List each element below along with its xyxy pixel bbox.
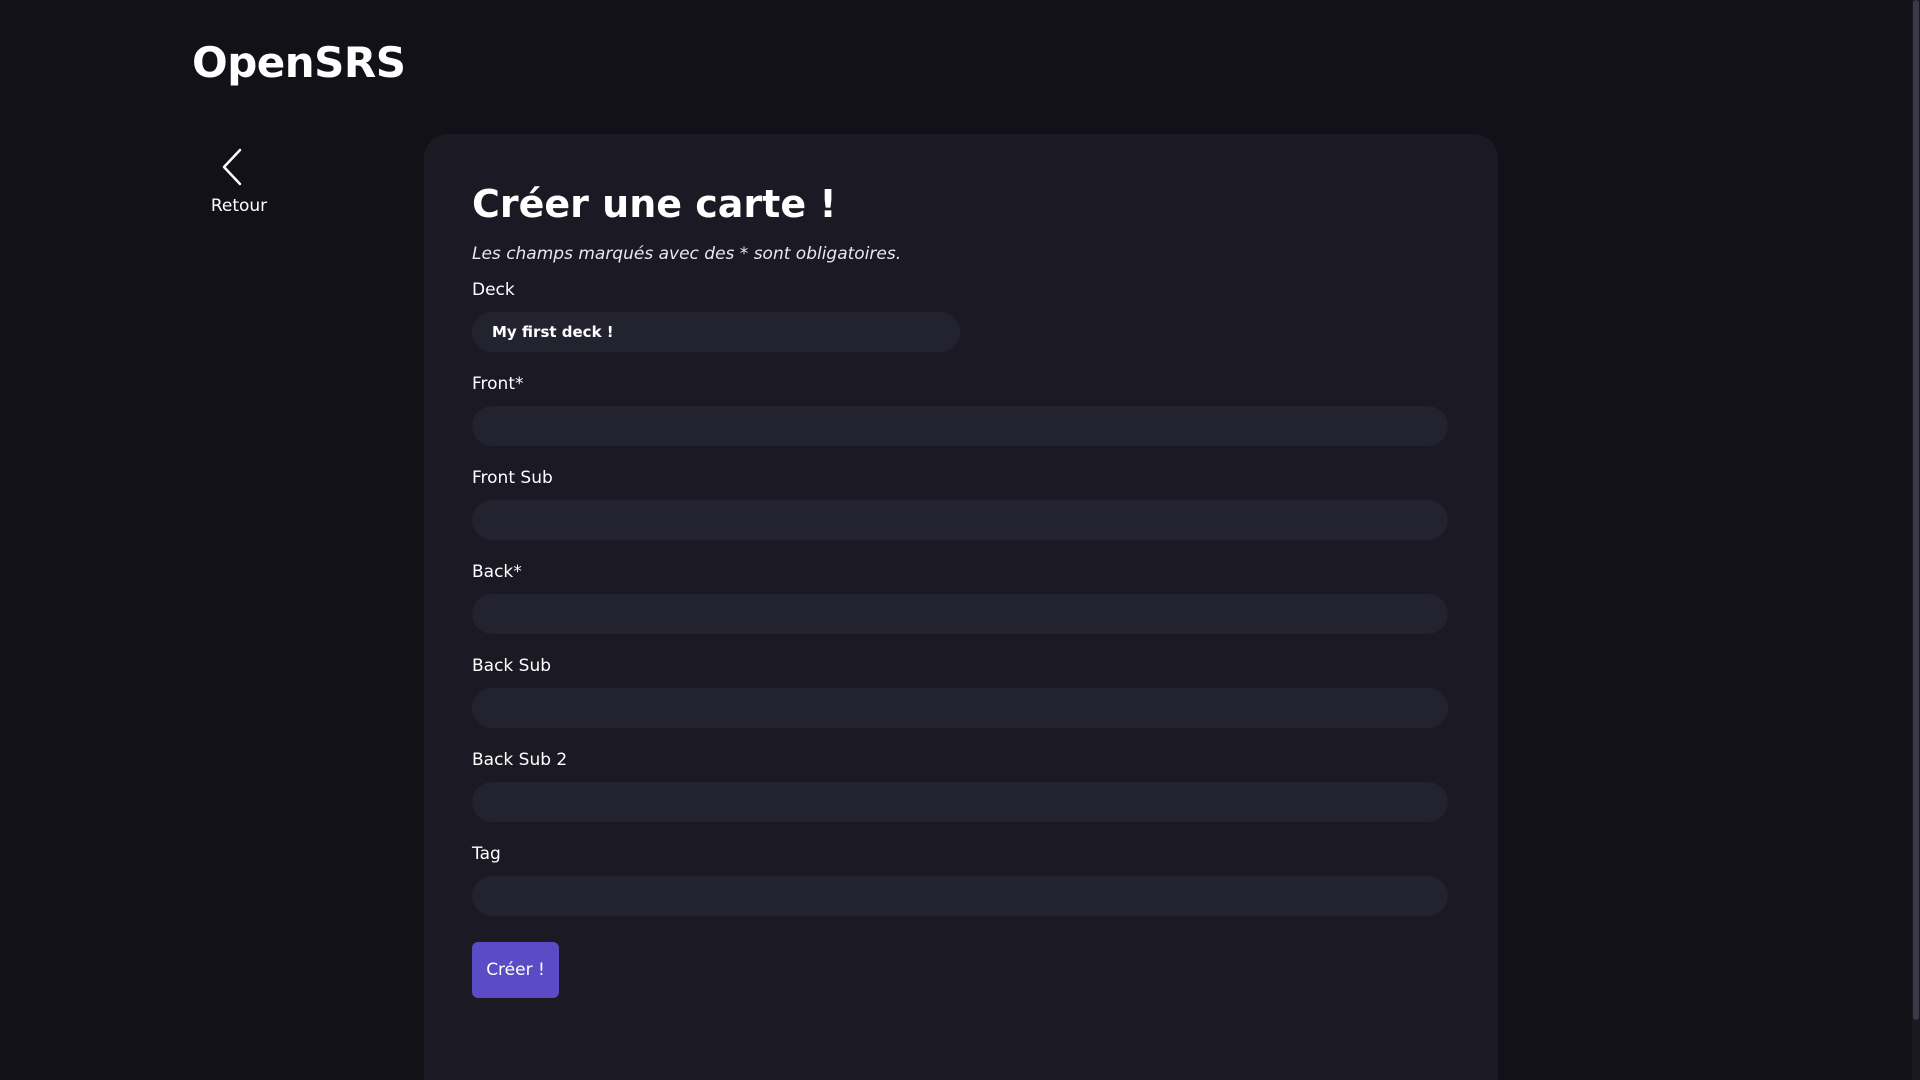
chevron-left-icon <box>222 148 242 186</box>
back-sub-input[interactable] <box>472 687 1448 728</box>
app-root: OpenSRS Retour Créer une carte ! Les cha… <box>0 0 1920 1080</box>
tag-input[interactable] <box>472 875 1448 916</box>
page-scrollbar[interactable] <box>1912 0 1920 1080</box>
back-sub-label: Back Sub <box>472 655 552 676</box>
create-card-form: Créer une carte ! Les champs marqués ave… <box>424 134 1498 1080</box>
tag-label: Tag <box>472 843 501 864</box>
required-fields-note: Les champs marqués avec des * sont oblig… <box>472 243 902 264</box>
deck-label: Deck <box>472 279 515 300</box>
front-input[interactable] <box>472 405 1448 446</box>
page-title: Créer une carte ! <box>472 182 837 226</box>
back-sub-2-label: Back Sub 2 <box>472 749 568 770</box>
back-button[interactable]: Retour <box>204 146 274 216</box>
create-button[interactable]: Créer ! <box>472 941 559 998</box>
front-label: Front* <box>472 373 524 394</box>
back-sub-field: Back Sub <box>472 656 1450 728</box>
brand-logo[interactable]: OpenSRS <box>192 38 406 87</box>
back-field: Back* <box>472 562 1450 634</box>
front-sub-input[interactable] <box>472 499 1448 540</box>
back-label: Retour <box>210 196 268 216</box>
front-field: Front* <box>472 374 1450 446</box>
back-label-field: Back* <box>472 561 522 582</box>
deck-select[interactable]: My first deck ! <box>472 311 960 352</box>
tag-field: Tag <box>472 844 1450 916</box>
back-sub-2-field: Back Sub 2 <box>472 750 1450 822</box>
back-input[interactable] <box>472 593 1448 634</box>
front-sub-field: Front Sub <box>472 468 1450 540</box>
back-sub-2-input[interactable] <box>472 781 1448 822</box>
scrollbar-thumb[interactable] <box>1913 0 1919 1020</box>
front-sub-label: Front Sub <box>472 467 553 488</box>
deck-field: Deck My first deck ! <box>472 280 1450 352</box>
